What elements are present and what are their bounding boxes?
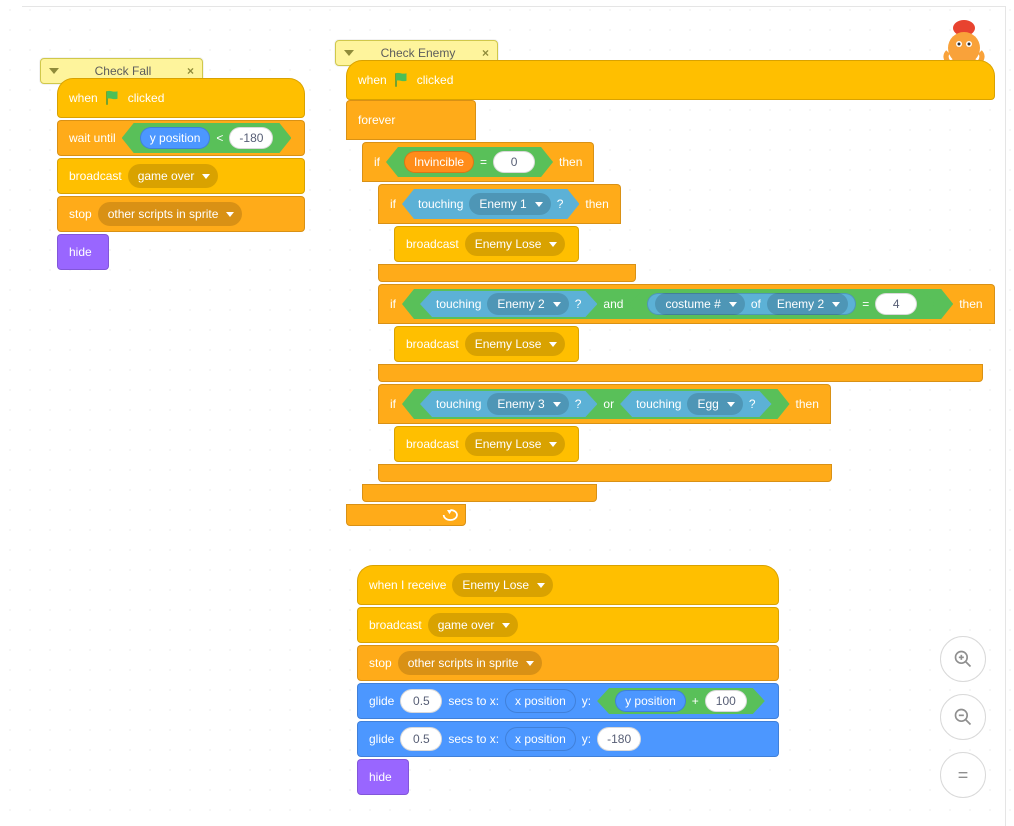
- if-block[interactable]: if Invincible = 0 then if: [362, 142, 995, 502]
- text: if: [374, 155, 380, 169]
- text: touching: [418, 197, 463, 211]
- broadcast-dropdown[interactable]: Enemy Lose: [465, 232, 566, 256]
- text: then: [585, 197, 608, 211]
- and-operator[interactable]: touching Enemy 2 ? and costume # of: [402, 289, 953, 319]
- text: wait until: [69, 131, 116, 145]
- variable-reporter[interactable]: Invincible: [404, 151, 474, 173]
- less-than-operator[interactable]: y position < -180: [122, 123, 292, 153]
- forever-block[interactable]: forever if Invincible = 0 then: [346, 100, 995, 526]
- glide-block[interactable]: glide 0.5 secs to x: x position y: -180: [357, 721, 779, 757]
- text: stop: [69, 207, 92, 221]
- comment-collapse-icon[interactable]: [49, 68, 59, 74]
- broadcast-dropdown[interactable]: Enemy Lose: [465, 332, 566, 356]
- broadcast-dropdown[interactable]: game over: [128, 164, 219, 188]
- number-input[interactable]: 0.5: [400, 689, 442, 713]
- stop-block[interactable]: stop other scripts in sprite: [357, 645, 779, 681]
- x-position-reporter[interactable]: x position: [505, 727, 576, 751]
- touching-reporter[interactable]: touching Enemy 1 ?: [402, 189, 579, 219]
- text: <: [216, 131, 223, 145]
- attribute-dropdown[interactable]: costume #: [655, 293, 744, 315]
- y-position-reporter[interactable]: y position: [140, 127, 211, 149]
- stack-check-enemy[interactable]: when clicked forever if Invincible =: [346, 60, 995, 526]
- number-input[interactable]: -180: [597, 727, 641, 751]
- broadcast-dropdown[interactable]: game over: [428, 613, 519, 637]
- zoom-controls: =: [940, 636, 986, 798]
- if-block[interactable]: if touching Enemy 1 ? then broa: [378, 184, 995, 282]
- text: broadcast: [69, 169, 122, 183]
- broadcast-block[interactable]: broadcast game over: [57, 158, 305, 194]
- or-operator[interactable]: touching Enemy 3 ? or touching Egg ?: [402, 389, 790, 419]
- broadcast-block[interactable]: broadcast game over: [357, 607, 779, 643]
- stack-check-fall[interactable]: when clicked wait until y position < -18…: [57, 78, 305, 270]
- hide-block[interactable]: hide: [357, 759, 409, 795]
- glide-block[interactable]: glide 0.5 secs to x: x position y: y pos…: [357, 683, 779, 719]
- stack-enemy-lose[interactable]: when I receive Enemy Lose broadcast game…: [357, 565, 779, 795]
- caret-icon: [226, 212, 234, 217]
- canvas-top-border: [22, 6, 1006, 7]
- number-input[interactable]: -180: [229, 127, 273, 149]
- zoom-in-button[interactable]: [940, 636, 986, 682]
- of-reporter[interactable]: costume # of Enemy 2: [647, 293, 856, 315]
- text: clicked: [417, 73, 454, 87]
- text: ?: [557, 197, 564, 211]
- green-flag-icon: [104, 89, 122, 107]
- stop-block[interactable]: stop other scripts in sprite: [57, 196, 305, 232]
- caret-icon: [202, 174, 210, 179]
- touching-reporter[interactable]: touching Enemy 2 ?: [420, 291, 597, 317]
- number-input[interactable]: 4: [875, 293, 917, 315]
- equals-operator[interactable]: costume # of Enemy 2 = 4: [629, 291, 935, 317]
- when-flag-clicked-block[interactable]: when clicked: [57, 78, 305, 118]
- if-block[interactable]: if touching Enemy 3 ? or tou: [378, 384, 995, 482]
- broadcast-block[interactable]: broadcast Enemy Lose: [394, 326, 579, 362]
- text: forever: [358, 113, 395, 127]
- comment-label: Check Fall: [65, 64, 181, 78]
- plus-operator[interactable]: y position + 100: [597, 688, 765, 714]
- number-input[interactable]: 100: [705, 690, 747, 712]
- text: when: [358, 73, 387, 87]
- touching-reporter[interactable]: touching Enemy 3 ?: [420, 391, 597, 417]
- stop-dropdown[interactable]: other scripts in sprite: [98, 202, 243, 226]
- loop-arrow-icon: [442, 508, 462, 522]
- when-receive-block[interactable]: when I receive Enemy Lose: [357, 565, 779, 605]
- sprite-dropdown[interactable]: Enemy 2: [767, 293, 848, 315]
- broadcast-block[interactable]: broadcast Enemy Lose: [394, 426, 579, 462]
- comment-label: Check Enemy: [360, 46, 476, 60]
- touching-dropdown[interactable]: Enemy 1: [469, 193, 550, 215]
- text: =: [480, 155, 487, 169]
- x-position-reporter[interactable]: x position: [505, 689, 576, 713]
- touching-reporter[interactable]: touching Egg ?: [620, 391, 771, 417]
- text: when: [69, 91, 98, 105]
- touching-dropdown[interactable]: Egg: [687, 393, 742, 415]
- y-position-reporter[interactable]: y position: [615, 690, 686, 712]
- canvas-right-border: [1005, 6, 1006, 826]
- comment-collapse-icon[interactable]: [344, 50, 354, 56]
- comment-close-icon[interactable]: ×: [482, 46, 489, 60]
- broadcast-block[interactable]: broadcast Enemy Lose: [394, 226, 579, 262]
- message-dropdown[interactable]: Enemy Lose: [452, 573, 553, 597]
- when-flag-clicked-block[interactable]: when clicked: [346, 60, 995, 100]
- text: if: [390, 197, 396, 211]
- number-input[interactable]: 0: [493, 151, 535, 173]
- text: clicked: [128, 91, 165, 105]
- scratch-canvas[interactable]: Check Fall × when clicked wait until y p…: [0, 0, 1014, 826]
- text: =: [958, 765, 969, 786]
- broadcast-dropdown[interactable]: Enemy Lose: [465, 432, 566, 456]
- zoom-out-button[interactable]: [940, 694, 986, 740]
- number-input[interactable]: 0.5: [400, 727, 442, 751]
- if-block[interactable]: if touching Enemy 2 ? and: [378, 284, 995, 382]
- stop-dropdown[interactable]: other scripts in sprite: [398, 651, 543, 675]
- touching-dropdown[interactable]: Enemy 3: [487, 393, 568, 415]
- wait-until-block[interactable]: wait until y position < -180: [57, 120, 305, 156]
- zoom-reset-button[interactable]: =: [940, 752, 986, 798]
- touching-dropdown[interactable]: Enemy 2: [487, 293, 568, 315]
- equals-operator[interactable]: Invincible = 0: [386, 147, 553, 177]
- text: hide: [69, 245, 92, 259]
- hide-block[interactable]: hide: [57, 234, 109, 270]
- green-flag-icon: [393, 71, 411, 89]
- comment-close-icon[interactable]: ×: [187, 64, 194, 78]
- text: then: [559, 155, 582, 169]
